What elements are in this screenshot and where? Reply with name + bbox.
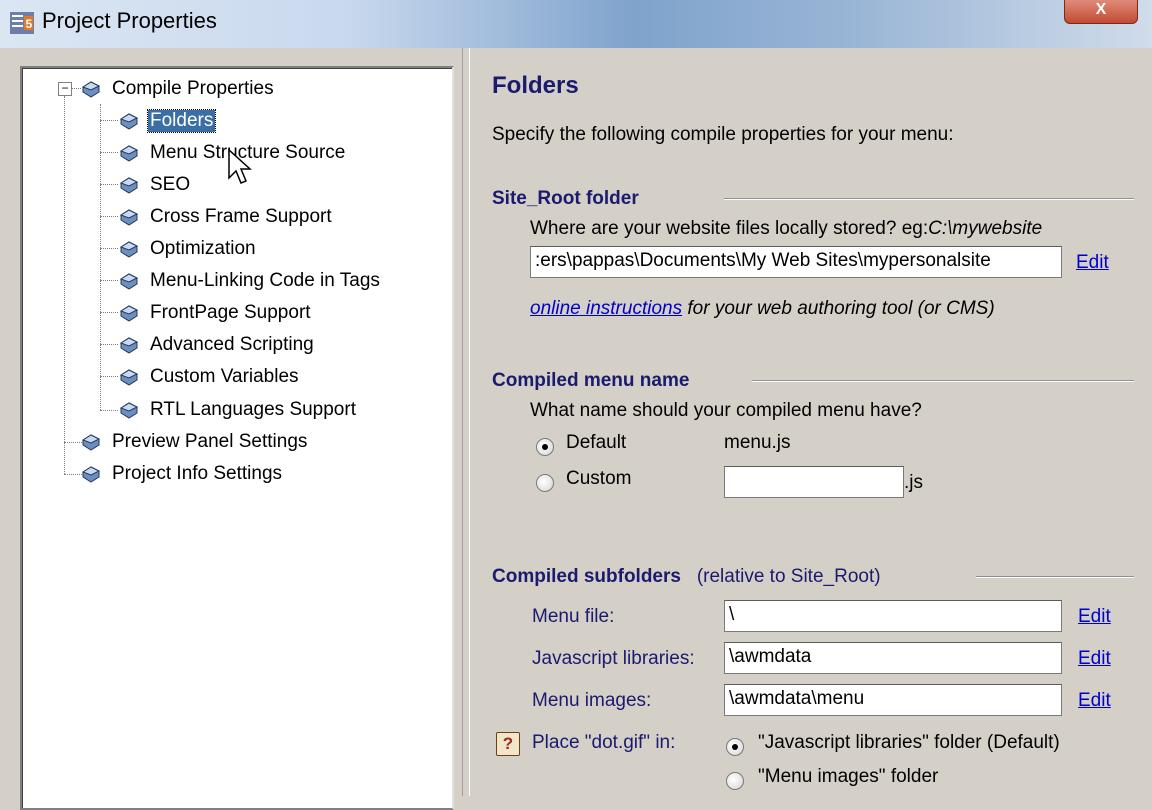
menu-images-label: Menu images: [532,690,652,711]
close-button[interactable]: X [1064,0,1138,24]
dialog-body: − Compile Properties Folders Menu Struct… [0,48,1152,810]
site-root-example: C:\mywebsite [928,218,1043,239]
subfolders-note: (relative to Site_Root) [696,566,881,587]
menu-images-input[interactable]: \awmdata\menu [724,684,1062,716]
dotgif-menu-images-label[interactable]: "Menu images" folder [758,766,938,788]
subfolders-heading-text: Compiled subfolders [492,566,681,587]
page-title: Folders [492,72,579,99]
svg-text:5: 5 [26,17,33,31]
custom-name-radio[interactable] [536,474,554,492]
menu-file-edit-link[interactable]: Edit [1078,606,1111,628]
custom-name-input[interactable] [724,466,904,498]
subfolders-heading: Compiled subfolders (relative to Site_Ro… [492,566,881,588]
dotgif-js-libraries-radio[interactable] [726,738,744,756]
js-libraries-edit-link[interactable]: Edit [1078,648,1111,670]
menu-file-label: Menu file: [532,606,615,627]
instructions-line: online instructions for your web authori… [530,298,995,320]
help-icon[interactable]: ? [496,732,520,756]
default-name-value: menu.js [724,432,791,453]
site-root-question: Where are your website files locally sto… [530,218,1042,240]
default-name-radio[interactable] [536,438,554,456]
js-libraries-input[interactable]: \awmdata [724,642,1062,674]
window-title: Project Properties [42,8,217,33]
menu-name-question: What name should your compiled menu have… [530,400,922,421]
title-bar: 5 Project Properties X [0,0,1152,49]
section-divider [724,198,1134,200]
site-root-edit-link[interactable]: Edit [1076,252,1109,274]
online-instructions-link[interactable]: online instructions [530,298,682,319]
js-libraries-label: Javascript libraries: [532,648,695,669]
section-divider [976,576,1134,578]
folders-panel: Folders Specify the following compile pr… [0,48,1152,796]
menu-name-heading: Compiled menu name [492,370,690,391]
menu-images-edit-link[interactable]: Edit [1078,690,1111,712]
instructions-text: for your web authoring tool (or CMS) [682,298,995,319]
default-name-label[interactable]: Default [566,432,626,454]
dotgif-label: Place "dot.gif" in: [532,732,676,753]
dotgif-js-libraries-label[interactable]: "Javascript libraries" folder (Default) [758,732,1060,754]
custom-name-extension: .js [904,472,923,493]
intro-text: Specify the following compile properties… [492,124,954,145]
custom-name-label[interactable]: Custom [566,468,631,490]
section-divider [752,380,1134,382]
site-root-question-text: Where are your website files locally sto… [530,218,929,239]
app-icon: 5 [10,12,34,34]
dotgif-menu-images-radio[interactable] [726,772,744,790]
menu-file-input[interactable]: \ [724,600,1062,632]
site-root-input[interactable]: :ers\pappas\Documents\My Web Sites\myper… [530,246,1062,278]
site-root-heading: Site_Root folder [492,188,639,209]
